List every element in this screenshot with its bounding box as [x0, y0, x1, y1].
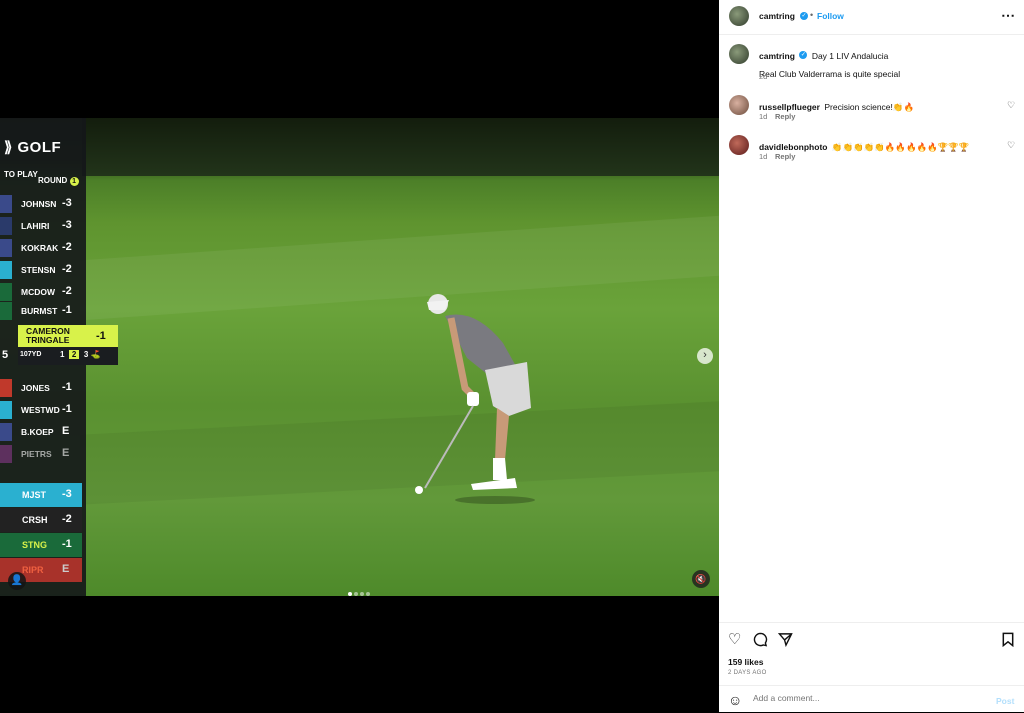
leaderboard-header: TO PLAY ROUND 1 — [2, 170, 86, 192]
comment-time: 1d — [759, 152, 768, 161]
media-panel: ⟫ GOLF TO PLAY ROUND 1 JOHNSN -3 LAHIRI -3… — [0, 0, 719, 712]
verified-icon: ✓ — [800, 12, 808, 20]
comment-username[interactable]: russellpflueger — [759, 102, 820, 112]
team-flag — [0, 283, 12, 301]
mute-icon[interactable]: 🔇 — [692, 570, 710, 588]
caption-time: 2d — [759, 72, 768, 81]
reply-button[interactable]: Reply — [775, 112, 795, 121]
team-flag — [0, 379, 12, 397]
comment-item: russellpflueger Precision science!👏🔥 1d … — [719, 92, 1024, 126]
caption-username[interactable]: camtring — [759, 51, 795, 61]
leaderboard-row: WESTWD -1 — [0, 399, 86, 421]
leaderboard-row: KOKRAK -2 — [0, 237, 86, 259]
post-header: camtring ✓ • Follow ⋯ — [719, 0, 1024, 35]
caption-text-line2: Real Club Valderrama is quite special — [759, 69, 901, 79]
featured-player-card: CAMERON TRINGALE -1 5 107YD 1 2 3 ⛳ — [2, 325, 118, 365]
team-flag — [0, 261, 12, 279]
yardage: 107YD — [20, 351, 42, 358]
emoji-icon[interactable]: ☺ — [728, 692, 742, 708]
golfer-figure — [415, 294, 535, 504]
comment-username[interactable]: davidlebonphoto — [759, 142, 827, 152]
post-video[interactable]: ⟫ GOLF TO PLAY ROUND 1 JOHNSN -3 LAHIRI -3… — [0, 118, 719, 596]
team-row: MJST -3 — [0, 483, 82, 507]
post-sidebar: camtring ✓ • Follow ⋯ camtring ✓ Day 1 L… — [719, 0, 1024, 712]
avatar[interactable] — [729, 135, 749, 155]
featured-score: -1 — [96, 330, 106, 342]
round-label: ROUND 1 — [38, 176, 79, 186]
comment-text: Precision science!👏🔥 — [824, 102, 915, 112]
likes-count[interactable]: 159 likes — [728, 657, 763, 667]
comment-time: 1d — [759, 112, 768, 121]
team-flag — [0, 217, 12, 235]
team-flag — [0, 445, 12, 463]
follow-button[interactable]: Follow — [817, 11, 844, 21]
verified-icon: ✓ — [799, 50, 808, 59]
separator-dot: • — [810, 10, 814, 20]
team-flag — [0, 195, 12, 213]
hole-progress: 1 2 3 ⛳ — [60, 350, 101, 359]
leaderboard-row: BURMST -1 — [0, 300, 86, 322]
liv-golf-logo: ⟫ GOLF — [4, 139, 62, 156]
carousel-dots — [348, 583, 372, 596]
team-flag — [0, 401, 12, 419]
like-heart-icon[interactable]: ♡ — [728, 630, 741, 648]
like-comment-icon[interactable]: ♡ — [1007, 100, 1015, 111]
next-slide-button[interactable]: › — [697, 348, 713, 364]
comment-item: davidlebonphoto 👏👏👏👏👏🔥🔥🔥🔥🔥🏆🏆🏆 1d Reply ♡ — [719, 132, 1024, 166]
leaderboard-row: STENSN -2 — [0, 259, 86, 281]
comment-input[interactable] — [751, 692, 985, 704]
save-bookmark-icon[interactable] — [1001, 632, 1015, 647]
leaderboard-row: PIETRS E — [0, 443, 86, 465]
tagged-user-icon[interactable]: 👤 — [8, 572, 26, 590]
team-row: CRSH -2 — [0, 508, 82, 532]
team-row: STNG -1 — [0, 533, 82, 557]
featured-player-name: CAMERON TRINGALE -1 — [18, 325, 118, 347]
caption: camtring ✓ Day 1 LIV Andalucia Real Club… — [719, 40, 1024, 85]
team-flag — [0, 423, 12, 441]
leaderboard-row: B.KOEP E — [0, 421, 86, 443]
fairway-stripe — [80, 215, 719, 321]
post-username[interactable]: camtring — [759, 11, 795, 21]
reply-button[interactable]: Reply — [775, 152, 795, 161]
leaderboard-row: JONES -1 — [0, 377, 86, 399]
leaderboard-row: LAHIRI -3 — [0, 215, 86, 237]
share-send-icon[interactable] — [778, 632, 793, 647]
add-comment-bar: ☺ Post — [719, 685, 1024, 713]
comment-text: 👏👏👏👏👏🔥🔥🔥🔥🔥🏆🏆🏆 — [831, 142, 970, 152]
post-date: 2 DAYS AGO — [728, 670, 767, 676]
round-number: 1 — [69, 177, 79, 186]
leaderboard-row: JOHNSN -3 — [0, 193, 86, 215]
featured-player-info: 5 107YD 1 2 3 ⛳ — [2, 347, 118, 365]
to-play-label: TO PLAY — [4, 170, 38, 179]
like-comment-icon[interactable]: ♡ — [1007, 140, 1015, 151]
avatar[interactable] — [729, 44, 749, 64]
more-options-icon[interactable]: ⋯ — [1001, 7, 1015, 24]
featured-rank: 5 — [2, 349, 9, 361]
post-actions: ♡ 159 likes 2 DAYS AGO — [719, 622, 1024, 683]
post-comment-button[interactable]: Post — [996, 696, 1014, 706]
fairway-stripe — [80, 401, 719, 505]
comment-bubble-icon[interactable] — [753, 632, 768, 647]
team-flag — [0, 239, 12, 257]
team-flag — [0, 302, 12, 320]
avatar[interactable] — [729, 95, 749, 115]
caption-text-line1: Day 1 LIV Andalucia — [811, 51, 889, 61]
tree-line — [82, 118, 719, 176]
avatar[interactable] — [729, 6, 749, 26]
